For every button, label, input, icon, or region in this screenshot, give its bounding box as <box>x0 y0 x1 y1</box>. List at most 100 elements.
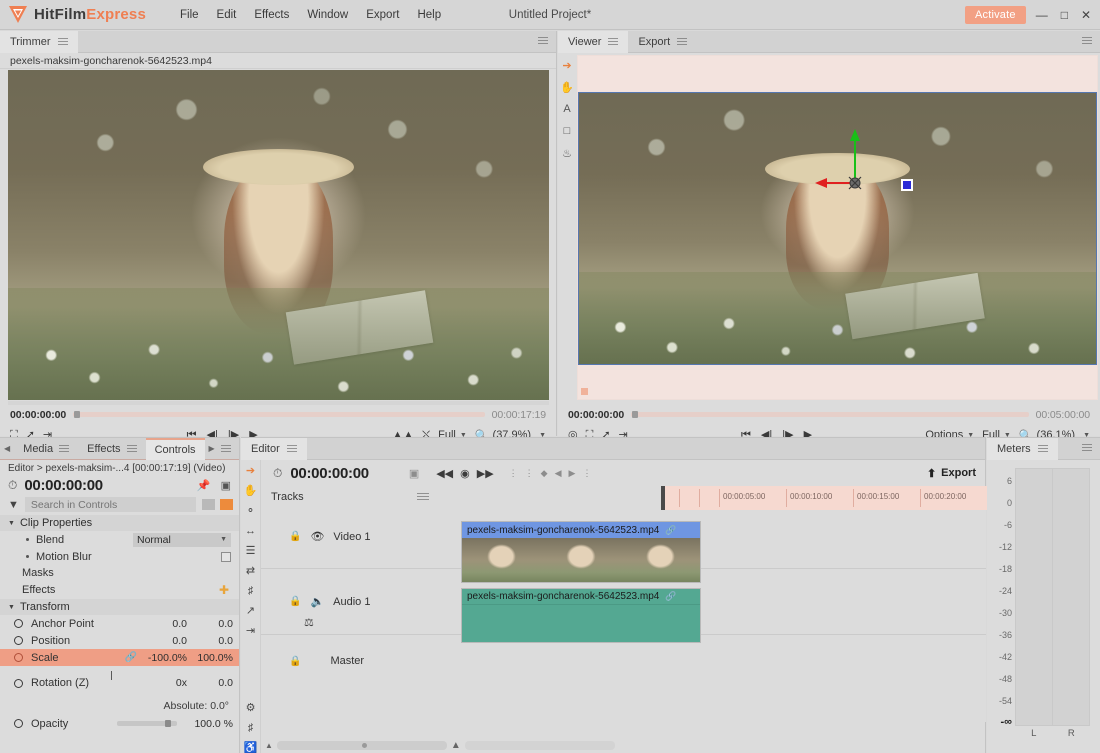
keyframe-toggle-icon[interactable] <box>14 653 23 662</box>
export-button[interactable]: ⬆ Export <box>927 467 976 480</box>
tab-media[interactable]: Media <box>14 438 78 460</box>
effects-menu-icon[interactable] <box>126 444 137 453</box>
tab-meters[interactable]: Meters <box>987 437 1058 460</box>
anchor-point-x[interactable]: 0.0 <box>141 618 187 630</box>
menu-item-effects[interactable]: Effects <box>252 6 291 24</box>
razor-icon[interactable]: ⚬ <box>246 506 255 517</box>
trimmer-panel-options[interactable] <box>538 36 556 48</box>
property-position[interactable]: Position 0.0 0.0 <box>0 632 239 649</box>
hand-icon[interactable]: ✋ <box>560 80 574 94</box>
timeline-clip-audio[interactable]: pexels-maksim-goncharenok-5642523.mp4 🔗 <box>461 588 701 643</box>
rotation-degrees[interactable]: 0.0 <box>187 677 233 689</box>
viewer-scrubber[interactable] <box>631 411 1029 418</box>
viewer-corner-handle-bl[interactable] <box>581 388 588 395</box>
rectangle-icon[interactable]: □ <box>560 124 574 138</box>
trimmer-scrubber[interactable] <box>73 411 485 418</box>
controls-timecode[interactable]: 00:00:00:00 <box>24 477 103 494</box>
trimmer-current-timecode[interactable]: 00:00:00:00 <box>10 409 66 421</box>
select-arrow-icon[interactable]: ➔ <box>246 466 255 477</box>
property-rotation-z[interactable]: Rotation (Z) 0x 0.0 <box>0 666 239 700</box>
menu-item-edit[interactable]: Edit <box>215 6 239 24</box>
split-view-icon[interactable]: ▣ <box>221 479 231 492</box>
tab-effects[interactable]: Effects <box>78 438 145 460</box>
meters-menu-icon[interactable] <box>1037 444 1048 453</box>
scale-handle-square[interactable] <box>901 179 913 191</box>
maximize-icon[interactable]: □ <box>1061 9 1068 21</box>
editor-timecode[interactable]: 00:00:00:00 <box>290 465 369 482</box>
panel-menu-icon[interactable] <box>1082 443 1092 452</box>
opacity-slider-knob[interactable] <box>165 720 171 727</box>
marker-next-icon[interactable]: ⋮ <box>525 468 534 479</box>
rotation-revolutions[interactable]: 0x <box>141 677 187 689</box>
list-view-icon[interactable] <box>202 499 215 510</box>
grid-icon[interactable]: ♯ <box>248 586 254 597</box>
panel-menu-icon[interactable] <box>1082 36 1092 45</box>
video-clip-header[interactable]: pexels-maksim-goncharenok-5642523.mp4 🔗 <box>462 522 700 538</box>
tab-viewer[interactable]: Viewer <box>558 30 629 53</box>
property-scale[interactable]: Scale 🔗 -100.0% 100.0% <box>0 649 239 666</box>
keyframe-toggle-icon[interactable] <box>14 636 23 645</box>
viewer-playhead-handle[interactable] <box>632 411 639 418</box>
trimmer-menu-icon[interactable] <box>57 37 68 46</box>
close-icon[interactable]: ✕ <box>1081 9 1091 21</box>
position-y[interactable]: 0.0 <box>187 635 233 647</box>
audio-mixer-icon[interactable]: ⚖ <box>304 616 314 629</box>
activate-button[interactable]: Activate <box>964 5 1026 24</box>
viewer-video-preview[interactable] <box>578 92 1097 365</box>
scale-x[interactable]: -100.0% <box>141 652 187 664</box>
audio-clip-header[interactable]: pexels-maksim-goncharenok-5642523.mp4 🔗 <box>462 589 700 605</box>
trimmer-video-preview[interactable] <box>8 70 549 400</box>
keyframe-toggle-icon[interactable] <box>14 678 23 688</box>
link-media-icon[interactable]: ▣ <box>409 467 419 480</box>
controls-menu-icon[interactable] <box>220 444 231 453</box>
record-icon[interactable]: ◉ <box>460 467 470 480</box>
search-input[interactable] <box>24 497 196 512</box>
menu-item-file[interactable]: File <box>178 6 201 24</box>
timeline-clip-video[interactable]: pexels-maksim-goncharenok-5642523.mp4 🔗 <box>461 521 701 583</box>
text-icon[interactable]: A <box>560 102 574 116</box>
trim-out-icon[interactable]: ⋮ <box>582 468 591 479</box>
menu-item-window[interactable]: Window <box>305 6 350 24</box>
timeline-clips[interactable]: pexels-maksim-goncharenok-5642523.mp4 🔗 … <box>461 510 986 722</box>
snapping-icon[interactable]: ♯ <box>248 723 254 734</box>
viewer-current-timecode[interactable]: 00:00:00:00 <box>568 409 624 421</box>
slip-icon[interactable]: ↔ <box>245 526 256 537</box>
group-masks[interactable]: Masks <box>0 565 239 581</box>
pin-icon[interactable]: 📌 <box>197 479 211 492</box>
viewer-stage[interactable] <box>577 55 1098 400</box>
tab-editor[interactable]: Editor <box>241 437 307 460</box>
menu-item-export[interactable]: Export <box>364 6 401 24</box>
tab-export[interactable]: Export <box>628 31 697 53</box>
timeline-zoom-scrollbar[interactable] <box>464 740 615 750</box>
menu-item-help[interactable]: Help <box>415 6 443 24</box>
editor-menu-icon[interactable] <box>286 444 297 453</box>
property-anchor-point[interactable]: Anchor Point 0.0 0.0 <box>0 615 239 632</box>
rewind-icon[interactable]: ◀◀ <box>436 467 453 480</box>
blend-select[interactable]: Normal ▼ <box>133 532 231 547</box>
viewer-menu-icon[interactable] <box>608 37 619 46</box>
trimmer-playhead-handle[interactable] <box>74 411 81 418</box>
grid-view-icon[interactable] <box>220 499 233 510</box>
scale-y[interactable]: 100.0% <box>187 652 233 664</box>
tabs-scroll-right-icon[interactable]: ▶ <box>205 444 219 453</box>
property-opacity[interactable]: Opacity 100.0 % <box>0 715 239 732</box>
zoom-in-icon[interactable]: ▲ <box>451 740 461 751</box>
track-header-video-1[interactable]: 🔒 👁 Video 1 <box>261 530 461 544</box>
marker-prev-icon[interactable]: ⋮ <box>509 468 518 479</box>
trim-fwd-icon[interactable]: ▶ <box>569 468 576 479</box>
speaker-icon[interactable]: 🔈 <box>310 595 324 608</box>
add-effect-icon[interactable]: ✚ <box>219 583 229 597</box>
playhead-handle[interactable] <box>661 486 665 510</box>
property-motion-blur[interactable]: Motion Blur <box>0 548 239 565</box>
rate-stretch-icon[interactable]: ↗ <box>246 606 255 617</box>
tracks-menu-icon[interactable] <box>417 493 429 501</box>
panel-menu-icon[interactable] <box>538 36 548 45</box>
meters-panel-options[interactable] <box>1082 443 1100 455</box>
anchor-point-y[interactable]: 0.0 <box>187 618 233 630</box>
minimize-icon[interactable]: — <box>1036 9 1048 21</box>
opacity-slider[interactable] <box>117 720 177 727</box>
link-scale-icon[interactable]: 🔗 <box>125 652 137 663</box>
select-arrow-icon[interactable]: ➔ <box>560 58 574 72</box>
slide-icon[interactable]: ⇄ <box>246 566 255 577</box>
lock-icon[interactable]: 🔒 <box>289 596 301 607</box>
